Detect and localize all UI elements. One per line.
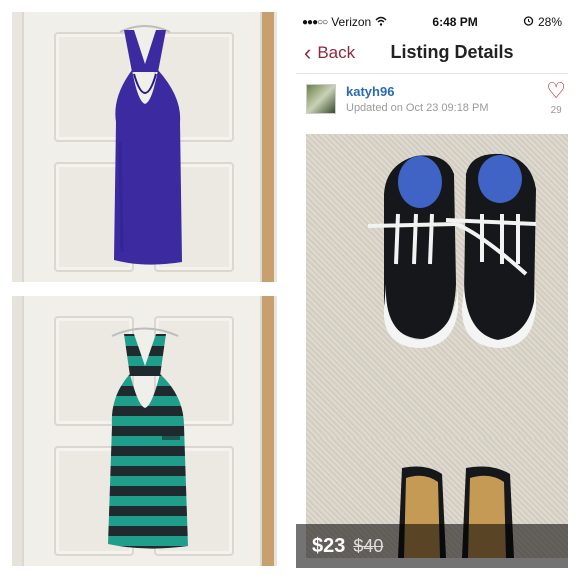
- wifi-icon: [375, 15, 387, 29]
- heart-icon: ♡: [546, 78, 566, 103]
- original-price: $40: [353, 535, 384, 556]
- battery-label: 28%: [537, 15, 562, 29]
- phone-screen: ●●●○○ Verizon 6:48 PM 28% ‹ Back Listing…: [296, 12, 568, 568]
- nav-bar: ‹ Back Listing Details: [296, 32, 568, 74]
- updated-timestamp: Updated on Oct 23 09:18 PM: [346, 102, 489, 114]
- black-sneakers-image: [367, 153, 537, 348]
- alarm-icon: [523, 15, 534, 29]
- purple-dress-image: [114, 25, 182, 265]
- seller-username[interactable]: katyh96: [346, 84, 488, 99]
- shoe-photo-main[interactable]: [306, 134, 568, 438]
- avatar[interactable]: [306, 84, 336, 114]
- status-bar: ●●●○○ Verizon 6:48 PM 28%: [296, 12, 568, 32]
- signal-icon: ●●●○○: [302, 16, 328, 28]
- status-time: 6:48 PM: [432, 15, 478, 29]
- purple-dress-photo: [12, 12, 277, 282]
- back-button[interactable]: ‹ Back: [296, 39, 356, 65]
- carrier-label: Verizon: [331, 15, 372, 29]
- striped-tank-photo: [12, 296, 277, 566]
- back-label: Back: [317, 42, 356, 62]
- like-count: 29: [550, 105, 562, 116]
- listing-price: $23: [312, 534, 346, 557]
- chevron-left-icon: ‹: [304, 39, 312, 65]
- like-button[interactable]: ♡ 29: [546, 78, 566, 117]
- striped-tank-image: [108, 327, 188, 549]
- price-bar: $23 $40: [296, 524, 568, 568]
- seller-row: katyh96 Updated on Oct 23 09:18 PM ♡ 29: [296, 74, 568, 124]
